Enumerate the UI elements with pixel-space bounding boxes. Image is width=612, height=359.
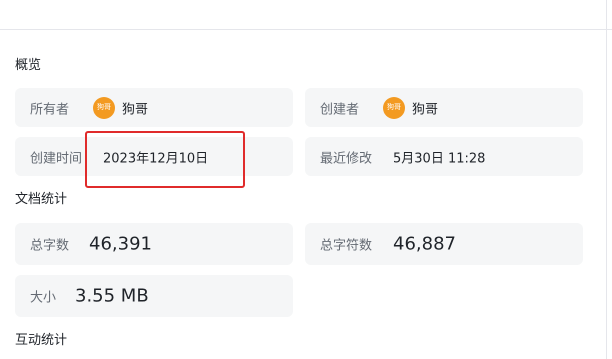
size-label: 大小 (30, 290, 57, 306)
last-modified-label: 最近修改 (320, 151, 373, 166)
size-value: 3.55 MB (75, 285, 149, 307)
section-title-overview: 概览 (15, 58, 42, 73)
last-modified-card: 最近修改 5月30日 11:28 (305, 137, 583, 176)
document-info-panel: 概览 所有者 狗哥 狗哥 创建者 狗哥 狗哥 创建时间 2023年12月10日 … (0, 0, 612, 359)
creator-card: 创建者 狗哥 狗哥 (305, 88, 583, 127)
owner-avatar[interactable]: 狗哥 (93, 96, 115, 119)
owner-label: 所有者 (30, 102, 70, 117)
header-bar (0, 0, 612, 30)
total-chars-card: 总字数 46,391 (15, 223, 293, 265)
panel-divider (606, 0, 607, 359)
creator-name[interactable]: 狗哥 (412, 98, 438, 117)
owner-card: 所有者 狗哥 狗哥 (15, 88, 293, 127)
size-card: 大小 3.55 MB (15, 275, 293, 317)
last-modified-value: 5月30日 11:28 (393, 151, 486, 166)
section-title-interaction-stats: 互动统计 (15, 333, 68, 348)
creator-avatar[interactable]: 狗哥 (383, 96, 405, 119)
created-time-card: 创建时间 2023年12月10日 (15, 137, 293, 176)
owner-name[interactable]: 狗哥 (122, 98, 148, 117)
total-chars-value: 46,391 (89, 233, 152, 255)
creator-label: 创建者 (320, 102, 360, 117)
section-title-doc-stats: 文档统计 (15, 192, 68, 207)
total-symbols-value: 46,887 (393, 233, 456, 255)
total-chars-label: 总字数 (30, 238, 70, 254)
created-time-label: 创建时间 (30, 151, 83, 166)
total-symbols-label: 总字符数 (320, 238, 373, 254)
created-time-value: 2023年12月10日 (103, 151, 209, 166)
total-symbols-card: 总字符数 46,887 (305, 223, 583, 265)
